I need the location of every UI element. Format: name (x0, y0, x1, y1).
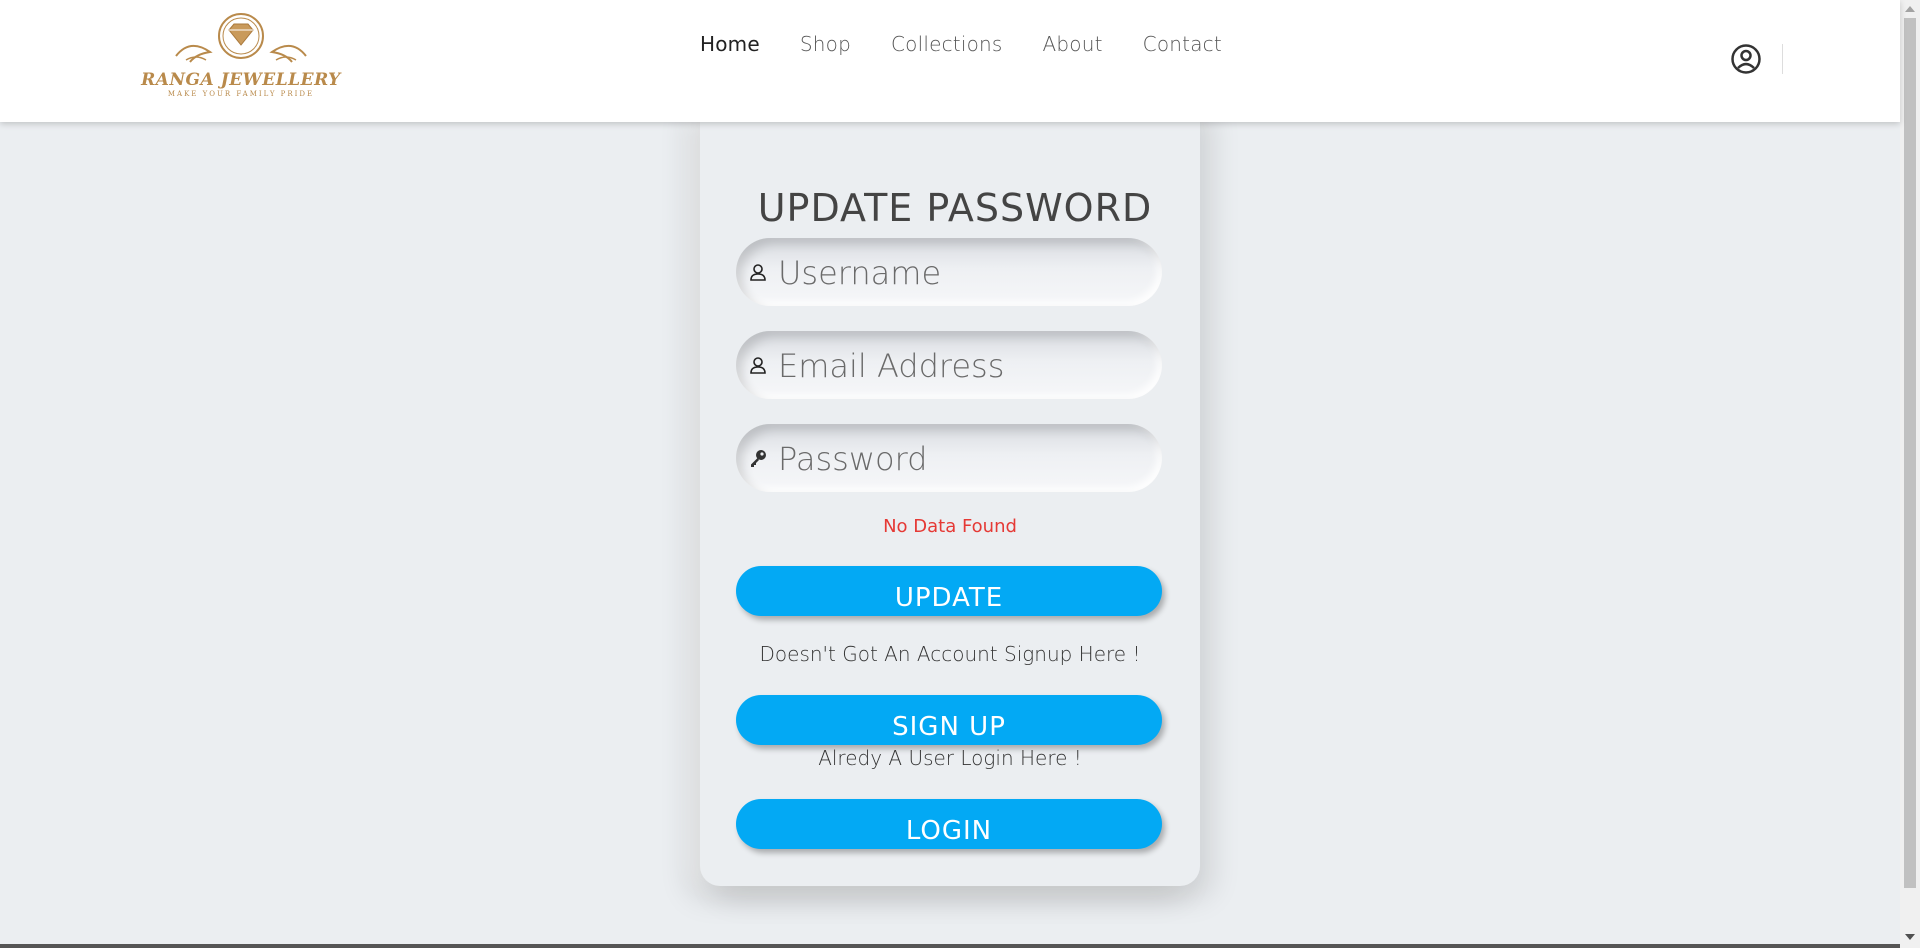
login-button[interactable]: LOGIN (736, 799, 1162, 849)
email-field (736, 331, 1162, 399)
password-input[interactable] (776, 434, 1150, 484)
user-icon (750, 264, 766, 281)
login-note: Alredy A User Login Here ! (818, 746, 1082, 770)
brand-tagline: MAKE YOUR FAMILY PRIDE (167, 90, 315, 98)
header-divider (1782, 44, 1783, 74)
nav-shop[interactable]: Shop (800, 32, 851, 62)
scroll-down-icon[interactable] (1905, 934, 1915, 940)
signup-button[interactable]: SIGN UP (736, 695, 1162, 745)
signup-note: Doesn't Got An Account Signup Here ! (759, 642, 1141, 666)
username-input[interactable] (776, 248, 1150, 298)
main-nav: Home Shop Collections About Contact (700, 32, 1262, 62)
error-message: No Data Found (883, 516, 1017, 537)
bottom-edge (0, 944, 1900, 948)
nav-about[interactable]: About (1043, 32, 1103, 62)
brand-logo[interactable]: RANGA JEWELLERY MAKE YOUR FAMILY PRIDE (128, 12, 354, 102)
brand-name: RANGA JEWELLERY (141, 70, 341, 90)
site-header: RANGA JEWELLERY MAKE YOUR FAMILY PRIDE H… (0, 0, 1900, 122)
nav-home[interactable]: Home (700, 32, 760, 62)
password-field (736, 424, 1162, 492)
scroll-up-icon[interactable] (1905, 6, 1915, 12)
update-button[interactable]: UPDATE (736, 566, 1162, 616)
user-icon (750, 357, 766, 374)
nav-collections[interactable]: Collections (891, 32, 1003, 62)
vertical-scrollbar[interactable] (1900, 0, 1920, 948)
diamond-logo-icon (175, 13, 307, 63)
page-title: UPDATE PASSWORD (757, 186, 1153, 230)
scroll-thumb[interactable] (1904, 18, 1916, 888)
update-password-card: UPDATE PASSWORD No Data Found UPDATE Doe… (700, 100, 1200, 886)
email-input[interactable] (776, 341, 1150, 391)
username-field (736, 238, 1162, 306)
key-icon (751, 450, 766, 467)
user-circle-icon[interactable] (1730, 43, 1762, 75)
nav-contact[interactable]: Contact (1143, 32, 1222, 62)
